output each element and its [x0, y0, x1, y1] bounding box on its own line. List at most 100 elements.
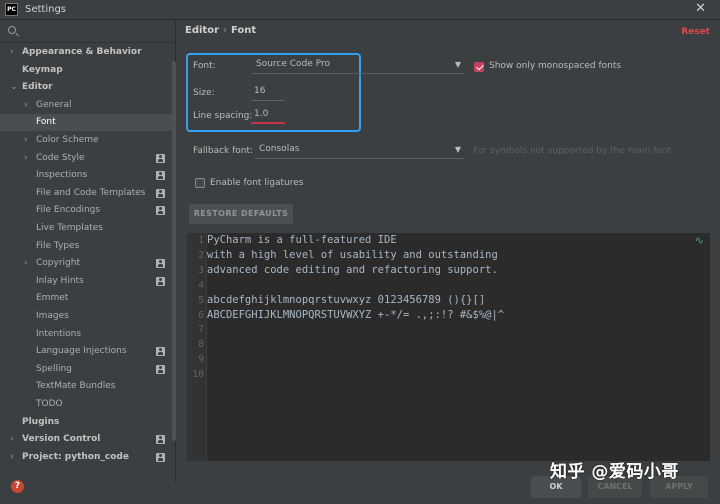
sidebar-item-label: General [36, 99, 72, 110]
sidebar-item-label: Plugins [22, 416, 60, 427]
line-number: 1 [198, 235, 204, 246]
sidebar-item-label: Inspections [36, 170, 88, 181]
reset-link[interactable]: Reset [681, 27, 710, 37]
monospace-only-checkbox[interactable] [474, 62, 484, 72]
sidebar-item-spelling[interactable]: Spelling [0, 361, 176, 378]
sidebar-item-textmate-bundles[interactable]: TextMate Bundles [0, 378, 176, 395]
project-level-icon [156, 276, 165, 286]
font-ligatures-checkbox[interactable] [195, 178, 205, 188]
sidebar-item-label: Code Style [36, 152, 85, 163]
sidebar-item-general[interactable]: › General [0, 97, 176, 114]
sidebar-item-emmet[interactable]: Emmet [0, 290, 176, 307]
monospace-only-label: Show only monospaced fonts [489, 61, 622, 71]
chevron-right-icon[interactable]: › [10, 449, 14, 466]
chevron-right-icon[interactable]: › [24, 255, 28, 272]
line-number: 7 [198, 324, 204, 336]
sidebar-item-version-control[interactable]: › Version Control [0, 431, 176, 448]
project-level-icon [156, 171, 165, 181]
sidebar-item-inspections[interactable]: Inspections [0, 167, 176, 184]
chevron-right-icon[interactable]: › [24, 150, 28, 167]
restore-defaults-button[interactable]: RESTORE DEFAULTS [189, 204, 293, 224]
sidebar-item-label: Intentions [36, 328, 82, 339]
sidebar-item-label: Emmet [36, 293, 69, 304]
sidebar-item-inlay-hints[interactable]: Inlay Hints [0, 273, 176, 290]
line-spacing-field[interactable]: 1.0 [251, 108, 285, 124]
fallback-font-dropdown[interactable]: Consolas ▼ [255, 143, 464, 159]
fallback-hint: For symbols not supported by the main fo… [473, 146, 672, 156]
sidebar-item-color-scheme[interactable]: › Color Scheme [0, 132, 176, 149]
sidebar-item-label: Project: python_code [22, 451, 129, 462]
font-label: Font: [193, 61, 216, 71]
sidebar-item-label: Copyright [36, 258, 80, 269]
sidebar-item-file-types[interactable]: File Types [0, 238, 176, 255]
chevron-down-icon[interactable]: ⌄ [10, 79, 18, 96]
settings-sidebar: › Appearance & Behavior Keymap ⌄ Editor › Gene… [0, 21, 176, 482]
font-preview-editor[interactable]: 1 2 3 4 5 6 7 8 9 10 PyCharm is a full-featured I… [187, 233, 710, 461]
sidebar-item-label: Appearance & Behavior [22, 47, 142, 57]
sidebar-item-plugins[interactable]: Plugins [0, 414, 176, 431]
fallback-font-value: Consolas [259, 144, 300, 154]
sidebar-item-label: TODO [36, 399, 63, 409]
sidebar-item-font[interactable]: Font [0, 114, 176, 132]
font-dropdown-value: Source Code Pro [256, 59, 330, 69]
chevron-down-icon: ▼ [454, 60, 461, 69]
chevron-right-icon[interactable]: › [10, 44, 14, 61]
sidebar-item-label: File Encodings [36, 205, 101, 216]
sidebar-item-intentions[interactable]: Intentions [0, 326, 176, 343]
sidebar-item-file-encodings[interactable]: File Encodings [0, 202, 176, 219]
line-spacing-label: Line spacing: [193, 111, 253, 121]
sidebar-item-live-templates[interactable]: Live Templates [0, 220, 176, 237]
sidebar-item-language-injections[interactable]: Language Injections [0, 343, 176, 360]
sidebar-item-code-style[interactable]: › Code Style [0, 150, 176, 167]
breadcrumb-font: Font [231, 25, 257, 36]
sidebar-item-file-and-code-templates[interactable]: File and Code Templates [0, 185, 176, 202]
project-level-icon [156, 347, 165, 357]
sidebar-item-project-python-code[interactable]: › Project: python_code [0, 449, 176, 466]
size-field[interactable]: 16 [251, 85, 285, 101]
line-number: 8 [198, 339, 204, 351]
sidebar-item-images[interactable]: Images [0, 308, 176, 325]
settings-search-input[interactable] [0, 21, 176, 43]
sidebar-item-appearance-behavior[interactable]: › Appearance & Behavior [0, 44, 176, 61]
line-number: 3 [198, 264, 204, 276]
fallback-font-label: Fallback font: [193, 146, 254, 156]
chevron-right-icon[interactable]: › [10, 431, 14, 448]
sidebar-scrollbar[interactable] [172, 61, 176, 441]
project-level-icon [156, 364, 165, 374]
line-number: 9 [198, 354, 204, 366]
font-dropdown[interactable]: Source Code Pro ▼ [252, 58, 464, 74]
project-level-icon [156, 153, 165, 163]
size-value: 16 [254, 86, 266, 96]
line-number: 2 [198, 249, 204, 261]
sidebar-item-editor[interactable]: ⌄ Editor [0, 79, 176, 96]
code-line: advanced code editing and refactoring su… [207, 263, 498, 276]
sidebar-item-keymap[interactable]: Keymap [0, 62, 176, 79]
font-ligatures-label: Enable font ligatures [210, 178, 304, 188]
pycharm-app-icon: PC [5, 3, 18, 16]
sidebar-item-todo[interactable]: TODO [0, 396, 176, 413]
close-window-icon[interactable]: ✕ [695, 1, 706, 16]
project-level-icon [156, 435, 165, 445]
code-line: with a high level of usability and outst… [207, 248, 498, 261]
chevron-down-icon: ▼ [454, 145, 461, 154]
line-number: 10 [192, 369, 204, 381]
code-line: ABCDEFGHIJKLMNOPQRSTUVWXYZ +-*/= .,;:!? … [207, 308, 505, 321]
help-icon[interactable]: ? [11, 480, 24, 493]
line-number: 6 [198, 309, 204, 321]
font-settings-panel: Editor › Font Reset Font: Source Code Pro … [177, 21, 720, 482]
chevron-right-icon[interactable]: › [24, 97, 28, 114]
chevron-right-icon[interactable]: › [24, 132, 28, 149]
project-level-icon [156, 259, 165, 269]
sidebar-item-label: Live Templates [36, 223, 103, 233]
window-title: Settings [25, 4, 67, 15]
project-level-icon [156, 452, 165, 462]
sidebar-item-label: Inlay Hints [36, 275, 84, 286]
sidebar-item-label: Keymap [22, 64, 63, 75]
line-number: 4 [198, 279, 204, 291]
search-icon [8, 26, 16, 34]
breadcrumb-editor[interactable]: Editor [185, 25, 219, 36]
sidebar-item-label: Version Control [22, 434, 101, 445]
sidebar-item-label: TextMate Bundles [36, 381, 116, 392]
sidebar-item-copyright[interactable]: › Copyright [0, 255, 176, 272]
breadcrumb: Editor › Font [185, 25, 256, 36]
